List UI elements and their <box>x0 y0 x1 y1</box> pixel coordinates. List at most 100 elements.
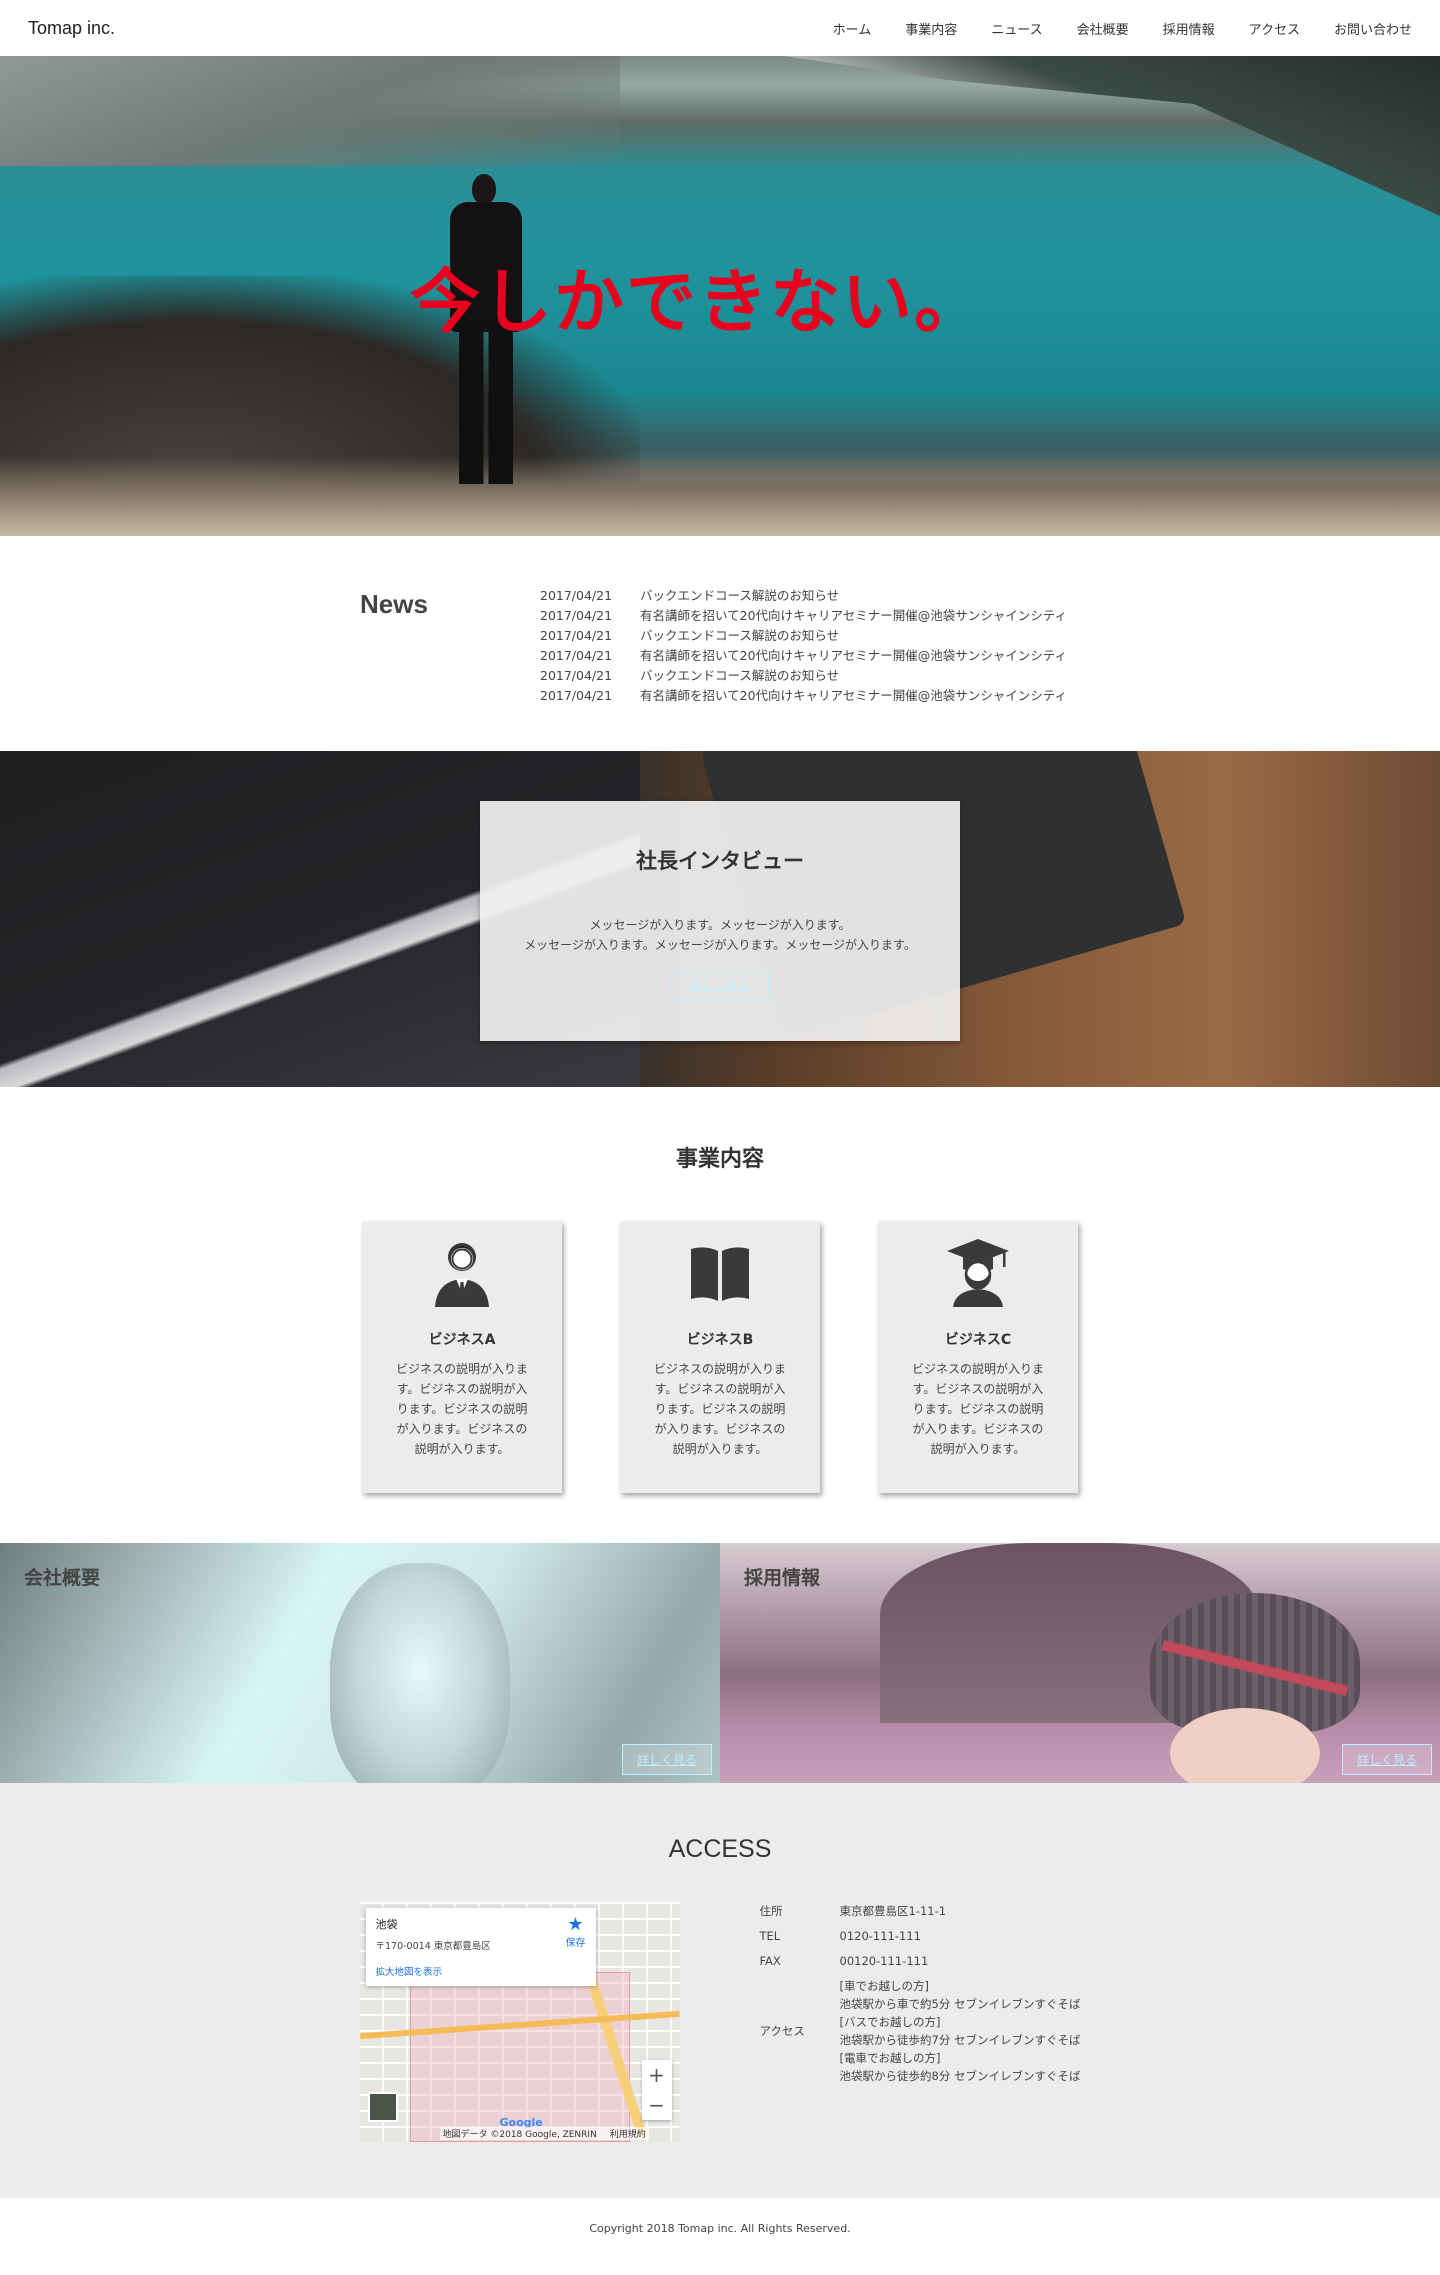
interview-title: 社長インタビュー <box>636 849 804 873</box>
news-text[interactable]: バックエンドコース解説のお知らせ <box>640 586 839 606</box>
feature-panels: 会社概要 詳しく見る 採用情報 詳しく見る <box>0 1543 1440 1783</box>
news-text[interactable]: 有名講師を招いて20代向けキャリアセミナー開催@池袋サンシャインシティ <box>640 606 1067 626</box>
service-title: ビジネスA <box>428 1332 496 1348</box>
interview-more-button[interactable]: 詳しく見る <box>670 971 769 1000</box>
news-item[interactable]: 2017/04/21 有名講師を招いて20代向けキャリアセミナー開催@池袋サンシャ… <box>540 686 1067 706</box>
access-section: ACCESS 池袋 〒170-0014 東京都豊島区 拡大地図を表示 ★ 保存 … <box>0 1783 1440 2198</box>
service-title: ビジネスC <box>944 1332 1012 1348</box>
hero-mountain-right <box>784 56 1440 216</box>
info-address: 東京都豊島区1-11-1 <box>839 1904 947 1918</box>
recruit-panel-label: 採用情報 <box>744 1567 821 1589</box>
nav-access[interactable]: アクセス <box>1249 19 1300 38</box>
news-item[interactable]: 2017/04/21 バックエンドコース解説のお知らせ <box>540 586 1067 606</box>
recruit-panel[interactable]: 採用情報 詳しく見る <box>720 1543 1440 1783</box>
services-section: 事業内容 ビジネスA ビジネスの説明が入ります。ビジネスの説明が入ります。ビジネ… <box>0 1087 1440 1543</box>
company-panel[interactable]: 会社概要 詳しく見る <box>0 1543 720 1783</box>
graduate-icon <box>947 1239 1009 1307</box>
info-address-row: 住所 東京都豊島区1-11-1 <box>760 1902 1081 1920</box>
hero-mountain-left <box>0 56 620 166</box>
news-text[interactable]: バックエンドコース解説のお知らせ <box>640 666 839 686</box>
map-terms-link[interactable]: 利用規約 <box>610 2130 646 2140</box>
interview-message-line2: メッセージが入ります。メッセージが入ります。メッセージが入ります。 <box>524 938 916 952</box>
businessman-icon <box>435 1243 489 1307</box>
access-line: [電車でお越しの方] <box>839 2051 941 2065</box>
news-date: 2017/04/21 <box>540 648 613 663</box>
service-card-a[interactable]: ビジネスA ビジネスの説明が入ります。ビジネスの説明が入ります。ビジネスの説明が… <box>362 1221 562 1493</box>
info-tel-row: TEL 0120-111-111 <box>760 1927 1081 1945</box>
news-item[interactable]: 2017/04/21 バックエンドコース解説のお知らせ <box>540 666 1067 686</box>
service-title: ビジネスB <box>686 1332 754 1348</box>
access-line: [車でお越しの方] <box>839 1979 929 1993</box>
service-card-c[interactable]: ビジネスC ビジネスの説明が入ります。ビジネスの説明が入ります。ビジネスの説明が… <box>878 1221 1078 1493</box>
news-heading: News <box>360 589 428 619</box>
interview-section: 社長インタビュー メッセージが入ります。メッセージが入ります。 メッセージが入り… <box>0 751 1440 1087</box>
info-access-row: アクセス [車でお越しの方] 池袋駅から車で約5分 セブンイレブンすぐそば [バ… <box>760 1977 1081 2085</box>
interview-message-line1: メッセージが入ります。メッセージが入ります。 <box>589 918 851 932</box>
info-fax-row: FAX 00120-111-111 <box>760 1952 1081 1970</box>
news-text[interactable]: 有名講師を招いて20代向けキャリアセミナー開催@池袋サンシャインシティ <box>640 646 1067 666</box>
map-place-card: 池袋 〒170-0014 東京都豊島区 拡大地図を表示 ★ 保存 <box>365 1908 596 1986</box>
news-date: 2017/04/21 <box>540 688 613 703</box>
info-label: 住所 <box>759 1904 783 1918</box>
service-description: ビジネスの説明が入ります。ビジネスの説明が入ります。ビジネスの説明が入ります。ビ… <box>911 1362 1044 1456</box>
news-date: 2017/04/21 <box>540 668 613 683</box>
main-nav: ホーム 事業内容 ニュース 会社概要 採用情報 アクセス お問い合わせ <box>799 19 1412 38</box>
news-item[interactable]: 2017/04/21 有名講師を招いて20代向けキャリアセミナー開催@池袋サンシャ… <box>540 646 1067 666</box>
zoom-out-button[interactable]: − <box>648 2093 665 2117</box>
news-text[interactable]: 有名講師を招いて20代向けキャリアセミナー開催@池袋サンシャインシティ <box>640 686 1067 706</box>
map-attribution-text: 地図データ ©2018 Google, ZENRIN <box>442 2130 597 2140</box>
news-text[interactable]: バックエンドコース解説のお知らせ <box>640 626 839 646</box>
news-list: 2017/04/21 バックエンドコース解説のお知らせ 2017/04/21 有名講… <box>540 586 1067 706</box>
access-info: 住所 東京都豊島区1-11-1 TEL 0120-111-111 FAX 001… <box>760 1902 1081 2142</box>
info-label: FAX <box>759 1954 781 1968</box>
site-footer: Copyright 2018 Tomap inc. All Rights Res… <box>0 2198 1440 2258</box>
info-label: アクセス <box>759 2024 805 2038</box>
book-icon <box>691 1247 749 1301</box>
news-date: 2017/04/21 <box>540 588 613 603</box>
news-section: News 2017/04/21 バックエンドコース解説のお知らせ 2017/04/… <box>0 536 1440 751</box>
company-more-button[interactable]: 詳しく見る <box>621 1744 712 1775</box>
service-card-b[interactable]: ビジネスB ビジネスの説明が入ります。ビジネスの説明が入ります。ビジネスの説明が… <box>620 1221 820 1493</box>
access-line: 池袋駅から徒歩約8分 セブンイレブンすぐそば <box>839 2069 1081 2083</box>
site-header: Tomap inc. ホーム 事業内容 ニュース 会社概要 採用情報 アクセス … <box>0 0 1440 56</box>
news-date: 2017/04/21 <box>540 608 613 623</box>
star-icon: ★ <box>567 1914 584 1935</box>
access-line: 池袋駅から徒歩約7分 セブンイレブンすぐそば <box>839 2033 1081 2047</box>
company-panel-label: 会社概要 <box>24 1567 101 1589</box>
embedded-map[interactable]: 池袋 〒170-0014 東京都豊島区 拡大地図を表示 ★ 保存 + − Goo… <box>359 1902 680 2142</box>
service-description: ビジネスの説明が入ります。ビジネスの説明が入ります。ビジネスの説明が入ります。ビ… <box>395 1362 528 1456</box>
nav-contact[interactable]: お問い合わせ <box>1334 19 1412 38</box>
interview-message: メッセージが入ります。メッセージが入ります。 メッセージが入ります。メッセージが… <box>480 915 960 955</box>
info-tel: 0120-111-111 <box>839 1929 921 1943</box>
news-item[interactable]: 2017/04/21 有名講師を招いて20代向けキャリアセミナー開催@池袋サンシャ… <box>540 606 1067 626</box>
nav-services[interactable]: 事業内容 <box>905 19 957 38</box>
interview-card: 社長インタビュー メッセージが入ります。メッセージが入ります。 メッセージが入り… <box>480 801 960 1041</box>
map-enlarge-link[interactable]: 拡大地図を表示 <box>376 1964 586 1978</box>
map-save-button[interactable]: ★ 保存 <box>565 1914 586 1950</box>
map-place-name: 池袋 <box>375 1918 398 1931</box>
access-line: [バスでお越しの方] <box>839 2015 941 2029</box>
nav-company[interactable]: 会社概要 <box>1077 19 1129 38</box>
news-item[interactable]: 2017/04/21 バックエンドコース解説のお知らせ <box>540 626 1067 646</box>
services-title: 事業内容 <box>675 1147 764 1172</box>
info-fax: 00120-111-111 <box>839 1954 929 1968</box>
map-place-address: 〒170-0014 東京都豊島区 <box>375 1941 491 1952</box>
service-description: ビジネスの説明が入ります。ビジネスの説明が入ります。ビジネスの説明が入ります。ビ… <box>653 1362 786 1456</box>
satellite-toggle[interactable] <box>367 2092 398 2122</box>
nav-recruit[interactable]: 採用情報 <box>1163 19 1215 38</box>
recruit-more-button[interactable]: 詳しく見る <box>1341 1744 1432 1775</box>
map-save-label: 保存 <box>565 1938 586 1949</box>
info-access-lines: [車でお越しの方] 池袋駅から車で約5分 セブンイレブンすぐそば [バスでお越し… <box>840 1977 1081 2085</box>
news-date: 2017/04/21 <box>540 628 613 643</box>
nav-home[interactable]: ホーム <box>833 19 872 38</box>
services-cards: ビジネスA ビジネスの説明が入ります。ビジネスの説明が入ります。ビジネスの説明が… <box>0 1221 1440 1493</box>
info-label: TEL <box>759 1929 781 1943</box>
hero-shore <box>0 456 1440 536</box>
access-title: ACCESS <box>668 1835 772 1863</box>
nav-news[interactable]: ニュース <box>991 19 1042 38</box>
map-attribution: 地図データ ©2018 Google, ZENRIN 利用規約 <box>439 2127 649 2140</box>
woman-portrait-image <box>330 1563 510 1783</box>
site-logo[interactable]: Tomap inc. <box>28 18 115 39</box>
zoom-in-button[interactable]: + <box>648 2063 665 2087</box>
copyright-text: Copyright 2018 Tomap inc. All Rights Res… <box>589 2221 851 2235</box>
